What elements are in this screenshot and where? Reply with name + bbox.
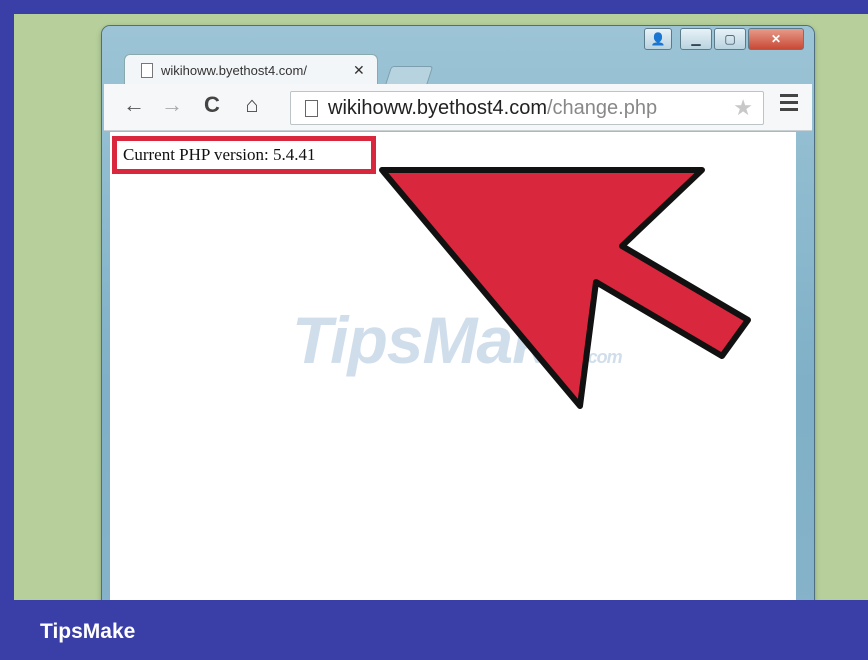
php-version-highlight: Current PHP version: 5.4.41 (112, 136, 376, 174)
url-host: wikihoww.byethost4.com (328, 96, 547, 119)
browser-tab[interactable]: wikihoww.byethost4.com/ ✕ (124, 54, 378, 85)
page-content: Current PHP version: 5.4.41 TipsMake.com (110, 132, 796, 600)
footer-bar: TipsMake (0, 600, 868, 660)
tab-title: wikihoww.byethost4.com/ (161, 62, 307, 78)
image-frame: 👤 ▁ ▢ ✕ wikihoww.byethost4.com/ ✕ ← → C … (0, 0, 868, 660)
watermark: TipsMake.com (292, 302, 623, 378)
watermark-main: TipsMake (292, 303, 585, 377)
url-path: /change.php (546, 96, 658, 119)
new-tab-button[interactable] (384, 66, 434, 86)
reload-icon[interactable]: C (198, 92, 226, 118)
scene-background: 👤 ▁ ▢ ✕ wikihoww.byethost4.com/ ✕ ← → C … (14, 14, 868, 600)
window-controls: 👤 ▁ ▢ ✕ (644, 28, 804, 50)
back-arrow-icon[interactable]: ← (120, 92, 148, 118)
user-icon[interactable]: 👤 (644, 28, 672, 50)
address-bar[interactable]: wikihoww.byethost4.com/change.php ★ (290, 91, 764, 125)
browser-window: 👤 ▁ ▢ ✕ wikihoww.byethost4.com/ ✕ ← → C … (102, 26, 814, 600)
browser-toolbar: ← → C ⌂ wikihoww.byethost4.com/change.ph… (104, 84, 812, 131)
php-version-text: Current PHP version: 5.4.41 (123, 145, 316, 164)
menu-icon[interactable] (780, 94, 798, 115)
page-icon (141, 62, 153, 78)
close-icon[interactable]: ✕ (748, 28, 804, 50)
footer-brand: TipsMake (40, 620, 136, 643)
minimize-icon[interactable]: ▁ (680, 28, 712, 50)
star-icon[interactable]: ★ (733, 95, 753, 121)
watermark-suffix: .com (583, 347, 623, 367)
maximize-icon[interactable]: ▢ (714, 28, 746, 50)
page-icon (305, 99, 318, 117)
home-icon[interactable]: ⌂ (238, 92, 266, 118)
tab-close-icon[interactable]: ✕ (353, 62, 365, 79)
forward-arrow-icon[interactable]: → (158, 92, 186, 118)
